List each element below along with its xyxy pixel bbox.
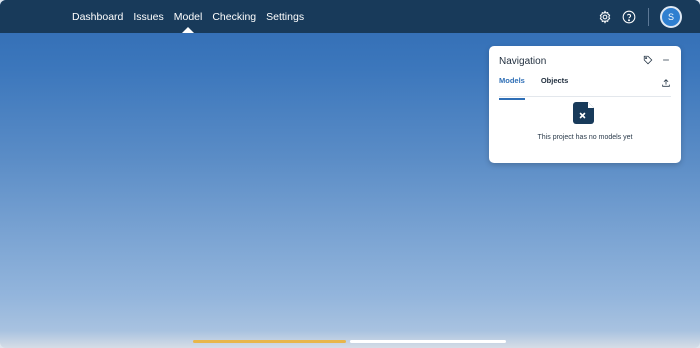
panel-header: Navigation <box>499 54 671 68</box>
panel-tabs: Models Objects <box>499 75 671 100</box>
nav-checking[interactable]: Checking <box>207 0 261 33</box>
tag-icon[interactable] <box>643 52 653 70</box>
gear-icon[interactable] <box>597 9 613 25</box>
avatar[interactable]: S <box>660 5 682 28</box>
minimize-icon[interactable] <box>661 52 671 70</box>
nav-model[interactable]: Model <box>169 0 208 33</box>
panel-title: Navigation <box>499 55 547 67</box>
no-file-icon <box>572 100 598 126</box>
progress-bar-remaining <box>350 340 506 343</box>
panel-actions <box>643 52 671 70</box>
tab-models[interactable]: Models <box>499 76 525 100</box>
upload-icon[interactable] <box>661 75 671 93</box>
main-nav: Dashboard Issues Model Checking Settings <box>67 0 309 33</box>
nav-settings[interactable]: Settings <box>261 0 309 33</box>
top-bar: Dashboard Issues Model Checking Settings <box>0 0 700 33</box>
empty-state-message: This project has no models yet <box>537 134 633 141</box>
progress-bar-loaded <box>193 340 346 343</box>
top-right-actions: S <box>597 0 682 33</box>
nav-issues[interactable]: Issues <box>128 0 168 33</box>
app-frame: Dashboard Issues Model Checking Settings <box>0 0 700 348</box>
toolbar-divider <box>648 7 649 26</box>
nav-dashboard[interactable]: Dashboard <box>67 0 128 33</box>
navigation-panel: Navigation Models Objects This project h… <box>489 46 681 163</box>
help-icon[interactable] <box>621 9 637 25</box>
tab-objects[interactable]: Objects <box>541 76 569 96</box>
